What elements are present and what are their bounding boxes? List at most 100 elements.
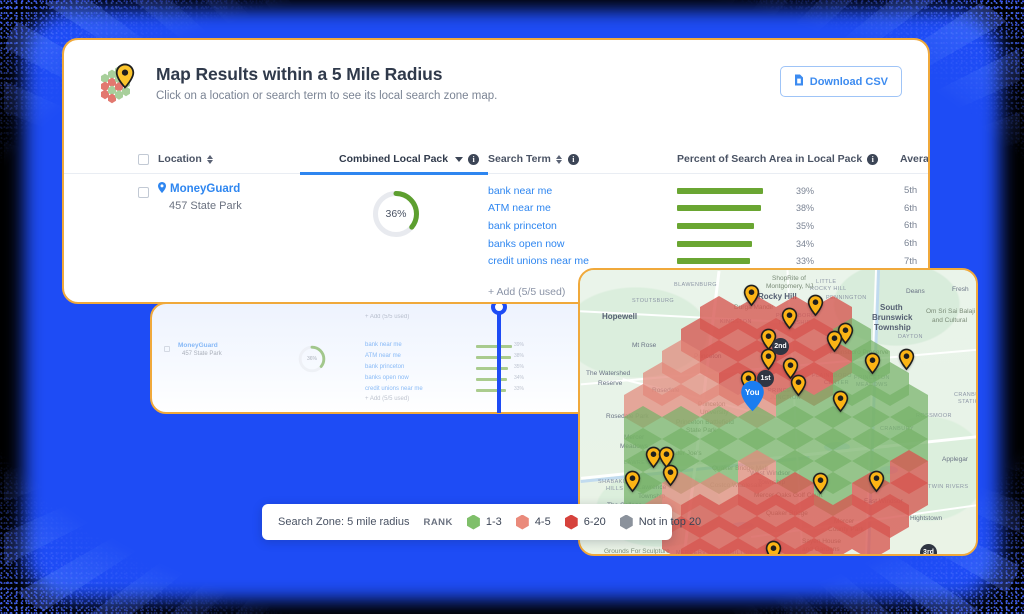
map-result-pin[interactable] xyxy=(624,470,641,493)
info-icon[interactable]: i xyxy=(468,153,480,165)
add-search-term-link[interactable]: + Add (5/5 used) xyxy=(488,286,589,298)
search-term-link[interactable]: bank near me xyxy=(488,185,552,197)
ghost-location-address: 457 State Park xyxy=(182,351,222,357)
legend-item: 6-20 xyxy=(564,514,606,530)
ghost-row-checkbox xyxy=(164,346,170,352)
legend-hexagon-swatch xyxy=(466,514,480,530)
map-results-card: Map Results within a 5 Mile Radius Click… xyxy=(62,38,930,304)
average-rank-row: 5th xyxy=(904,182,917,200)
percent-area-bar-fill xyxy=(677,205,761,212)
search-term-link[interactable]: ATM near me xyxy=(488,202,551,214)
ghost-percent-bar xyxy=(476,367,509,370)
column-header-location[interactable]: Location xyxy=(158,153,214,165)
map-result-pin[interactable] xyxy=(864,352,881,375)
search-term-row: bank princeton xyxy=(488,217,589,235)
map-result-pin[interactable] xyxy=(868,470,885,493)
ghost-search-term: banks open now xyxy=(365,375,409,381)
map-result-pin[interactable] xyxy=(790,374,807,397)
ghost-search-term: bank princeton xyxy=(365,364,405,370)
average-rank-value: 6th xyxy=(904,220,918,232)
average-rank-list: 5th 6th 6th 6th 7th xyxy=(904,182,917,270)
average-rank-value: 7th xyxy=(904,255,918,267)
percent-area-bars: 39% 38% 35% 34% 33% xyxy=(677,182,814,270)
title-block: Map Results within a 5 Mile Radius Click… xyxy=(156,62,780,102)
location-name-link[interactable]: MoneyGuard xyxy=(158,182,242,196)
legend-item-label: 1-3 xyxy=(485,516,502,528)
search-term-row: banks open now xyxy=(488,235,589,253)
ghost-percent-value: 39% xyxy=(514,341,525,348)
download-csv-button[interactable]: Download CSV xyxy=(779,66,902,97)
map-result-pin[interactable] xyxy=(898,348,915,371)
map-result-pin[interactable] xyxy=(832,390,849,413)
percent-area-bar-row: 34% xyxy=(677,235,814,253)
map-result-pin[interactable] xyxy=(743,284,760,307)
search-term-row: bank near me xyxy=(488,182,589,200)
ghost-percent-value: 34% xyxy=(514,374,525,381)
row-select-checkbox[interactable] xyxy=(138,187,149,198)
info-icon[interactable]: i xyxy=(567,153,579,165)
map-rank-badge[interactable]: 2nd xyxy=(772,338,789,355)
column-header-search-term-label: Search Term xyxy=(488,153,551,165)
map-connector-line xyxy=(497,305,501,413)
search-zone-label: Search Zone: 5 mile radius xyxy=(278,516,410,528)
legend-item: Not in top 20 xyxy=(619,514,701,530)
ghost-add-link-top: + Add (5/5 used) xyxy=(365,314,410,320)
percent-area-bar-fill xyxy=(677,240,752,247)
legend-item: 4-5 xyxy=(515,514,551,530)
percent-area-bar-track xyxy=(677,240,789,247)
gauge-value: 36% xyxy=(385,208,407,220)
ghost-percent-bar xyxy=(476,345,512,348)
average-rank-row: 6th xyxy=(904,200,917,218)
search-term-link[interactable]: credit unions near me xyxy=(488,255,589,267)
map-rank-badge[interactable]: 3rd xyxy=(920,544,937,554)
map-result-pin[interactable] xyxy=(765,540,782,554)
percent-area-bar-track xyxy=(677,258,789,265)
ghost-percent-bar xyxy=(476,378,508,381)
page-subtitle: Click on a location or search term to se… xyxy=(156,90,498,102)
column-header-average-rank: Average Rank xyxy=(900,153,929,165)
rank-legend-items: 1-3 4-5 6-20 Not in top 20 xyxy=(466,514,701,530)
ghost-percent-value: 38% xyxy=(514,352,525,359)
average-rank-value: 6th xyxy=(904,238,918,250)
average-rank-row: 6th xyxy=(904,235,917,253)
search-term-link[interactable]: banks open now xyxy=(488,238,564,250)
map-result-pin[interactable] xyxy=(781,307,798,330)
map-result-pin[interactable] xyxy=(812,472,829,495)
percent-area-value: 33% xyxy=(796,256,815,267)
map-result-pin[interactable] xyxy=(662,464,679,487)
search-term-row: credit unions near me xyxy=(488,252,589,270)
search-terms-list: bank near me ATM near me bank princeton ban… xyxy=(488,182,589,298)
map-result-pin[interactable] xyxy=(807,294,824,317)
info-icon[interactable]: i xyxy=(867,153,879,165)
legend-item: 1-3 xyxy=(466,514,502,530)
map-legend: Search Zone: 5 mile radius RANK 1-3 4-5 6-… xyxy=(262,504,701,540)
location-name-text: MoneyGuard xyxy=(170,183,241,195)
ghost-location-name: MoneyGuard xyxy=(178,342,218,349)
location-cell[interactable]: MoneyGuard 457 State Park xyxy=(158,182,242,212)
column-header-average-rank-label: Average Rank xyxy=(900,153,929,165)
average-rank-value: 6th xyxy=(904,202,918,214)
download-csv-label: Download CSV xyxy=(809,75,888,88)
column-header-location-label: Location xyxy=(158,153,202,165)
column-header-combined-local-pack[interactable]: Combined Local Pack i xyxy=(339,153,480,165)
hex-cluster-map-pin-logo xyxy=(96,62,142,106)
you-are-here-pin[interactable] xyxy=(740,380,765,412)
column-header-percent-area: Percent of Search Area in Local Pack i xyxy=(677,153,879,165)
sort-updown-icon[interactable] xyxy=(555,154,563,165)
card-header: Map Results within a 5 Mile Radius Click… xyxy=(64,40,928,106)
chevron-down-icon[interactable] xyxy=(455,156,464,162)
legend-item-label: 4-5 xyxy=(534,516,551,528)
percent-area-bar-row: 39% xyxy=(677,182,814,200)
search-term-link[interactable]: bank princeton xyxy=(488,220,557,232)
ghost-search-term: ATM near me xyxy=(365,353,401,359)
column-header-search-term[interactable]: Search Term i xyxy=(488,153,579,165)
page-title: Map Results within a 5 Mile Radius xyxy=(156,64,443,84)
percent-area-value: 38% xyxy=(796,203,815,214)
sort-updown-icon[interactable] xyxy=(206,154,214,165)
table-header-row: Location Combined Local Pack i Search Te… xyxy=(64,144,929,175)
map-result-pin[interactable] xyxy=(826,330,843,353)
percent-area-value: 39% xyxy=(796,185,815,196)
file-download-icon xyxy=(794,74,804,89)
ghost-search-term: bank near me xyxy=(365,342,402,348)
select-all-checkbox[interactable] xyxy=(138,154,149,165)
